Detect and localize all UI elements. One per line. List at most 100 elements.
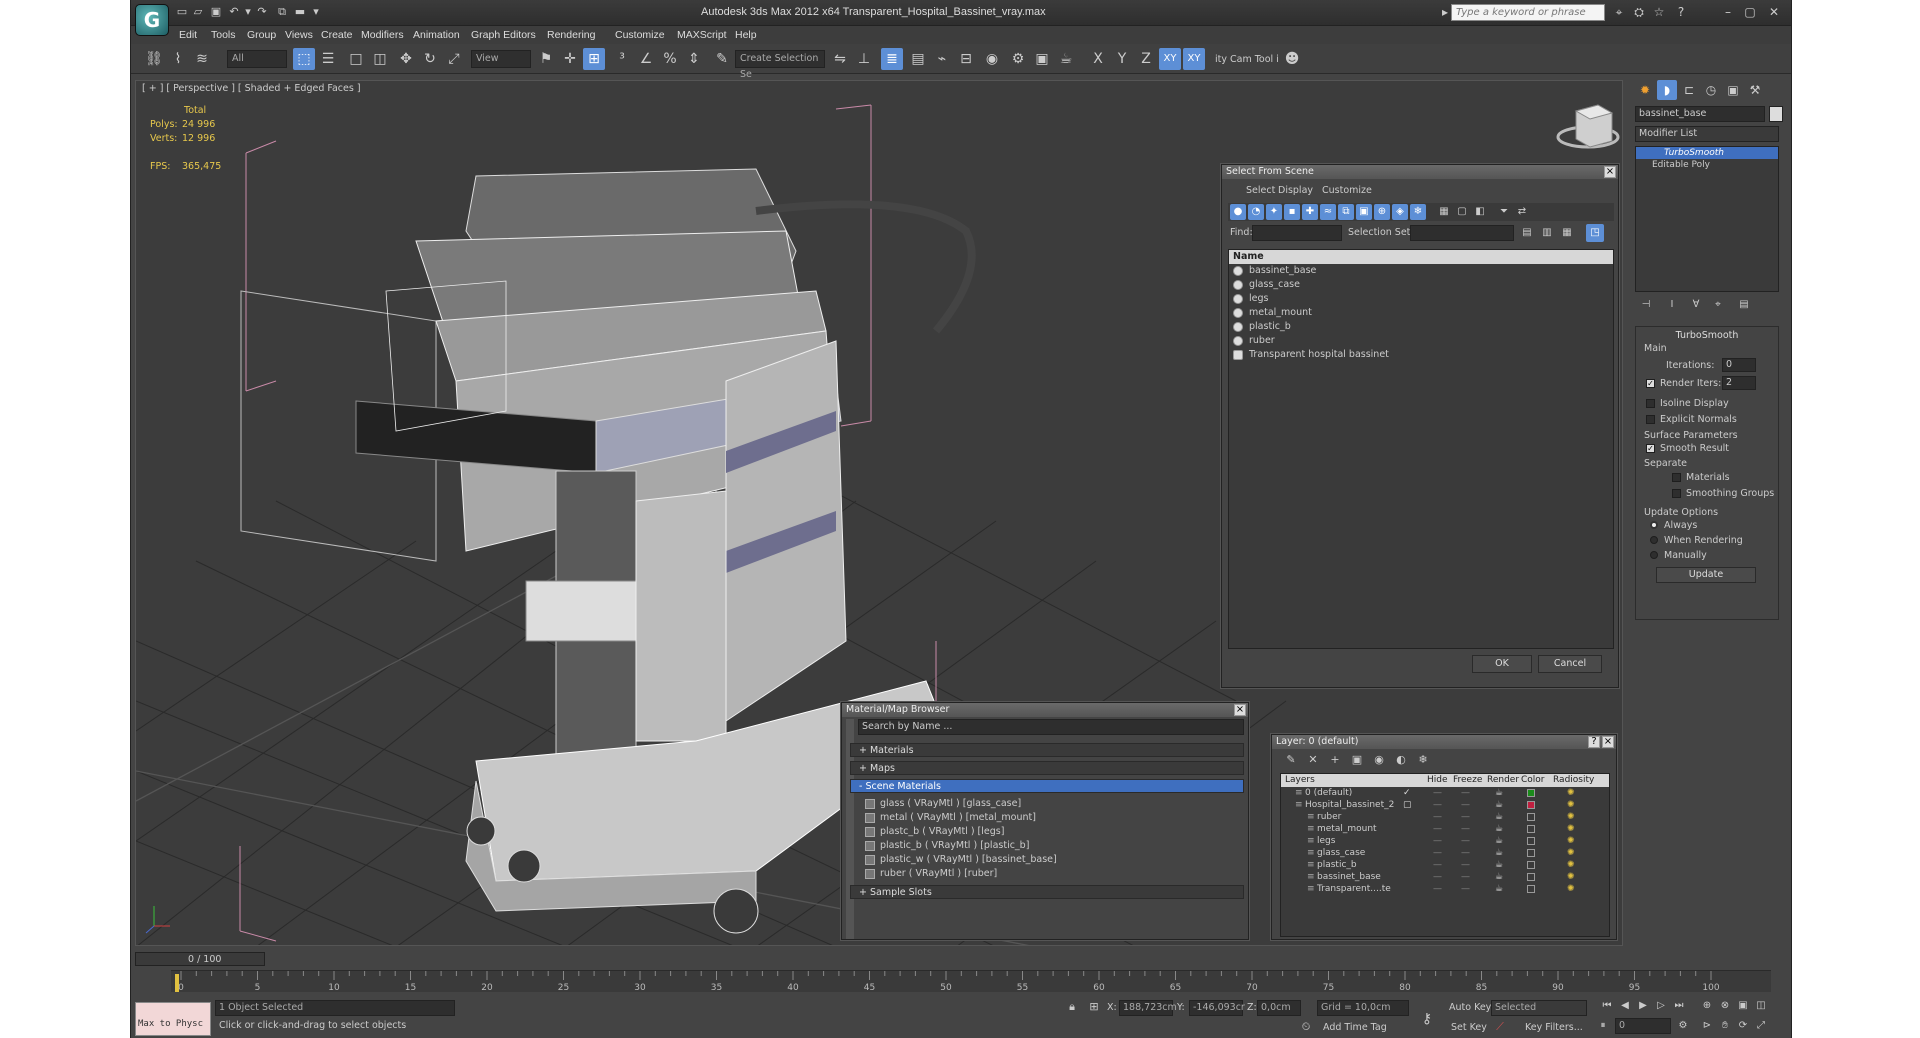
next-frame-icon[interactable]: ▷ (1653, 998, 1669, 1014)
zoom-extents-all-icon[interactable]: ◫ (1753, 998, 1769, 1014)
freeze-toggle[interactable]: — (1461, 859, 1470, 871)
freeze-toggle[interactable]: — (1461, 799, 1470, 811)
cam-tool-label[interactable]: ity Cam Tool i (1215, 54, 1279, 65)
close-button[interactable]: ✕ (1765, 4, 1783, 20)
select-all-icon[interactable]: ▦ (1436, 204, 1452, 220)
filter-groups-icon[interactable]: ⧉ (1338, 204, 1354, 220)
layer-color-swatch[interactable] (1527, 861, 1535, 869)
y-coordinate-field[interactable]: -146,093cr (1189, 1000, 1245, 1016)
hide-toggle[interactable]: — (1433, 835, 1442, 847)
qa-dropdown-icon[interactable]: ▾ (309, 5, 323, 19)
smoothing-groups-checkbox[interactable] (1672, 489, 1681, 498)
select-manipulate-icon[interactable]: ✛ (559, 48, 581, 70)
zoom-extents-icon[interactable]: ▣ (1735, 998, 1751, 1014)
hide-toggle[interactable]: — (1433, 883, 1442, 895)
menu-edit[interactable]: Edit (175, 27, 201, 43)
object-color-swatch[interactable] (1769, 106, 1783, 122)
utilities-tab-icon[interactable]: ⚒ (1745, 80, 1765, 100)
binoculars-icon[interactable]: ⌖ (1611, 5, 1627, 20)
keyboard-shortcut-icon[interactable]: ⊞ (583, 48, 605, 70)
section-sample-slots[interactable]: + Sample Slots (850, 885, 1244, 899)
freeze-toggle[interactable]: — (1461, 847, 1470, 859)
radiosity-icon[interactable]: ✺ (1567, 823, 1575, 835)
percent-snap-icon[interactable]: % (659, 48, 681, 70)
sfs-tool-icon-3[interactable]: ▦ (1558, 224, 1576, 242)
remove-modifier-icon[interactable]: ⌖ (1709, 296, 1727, 314)
layer-row[interactable]: ≡ 0 (default) ✓ — — ☕ ✺ (1281, 787, 1609, 799)
render-iters-spinner[interactable]: 2 (1722, 376, 1756, 390)
undo-icon[interactable]: ↶ (227, 5, 241, 19)
layer-row[interactable]: ≡ Transparent....te — — ☕ ✺ (1281, 883, 1609, 895)
list-item[interactable]: plastc_b ( VRayMtl ) [legs] (862, 825, 1244, 839)
pivot-icon[interactable]: ⚑ (535, 48, 557, 70)
window-crossing-icon[interactable]: ◫ (369, 48, 391, 70)
list-item[interactable]: glass ( VRayMtl ) [glass_case] (862, 797, 1244, 811)
menu-graph-editors[interactable]: Graph Editors (467, 27, 540, 43)
link-icon[interactable]: ⛓ (143, 48, 165, 70)
key-filters-button[interactable]: Key Filters... (1525, 1022, 1583, 1033)
stack-item-editable-poly[interactable]: Editable Poly (1636, 159, 1778, 171)
fov-icon[interactable]: ⊳ (1699, 1018, 1715, 1034)
layer-row[interactable]: ≡ glass_case — — ☕ ✺ (1281, 847, 1609, 859)
list-item[interactable]: ruber ( VRayMtl ) [ruber] (862, 867, 1244, 881)
cam-tool-icon[interactable]: ☻ (1281, 48, 1303, 70)
goto-end-icon[interactable]: ⏭ (1671, 998, 1687, 1014)
section-materials[interactable]: + Materials (850, 743, 1244, 757)
list-item[interactable]: metal ( VRayMtl ) [metal_mount] (862, 811, 1244, 825)
isoline-checkbox[interactable] (1646, 399, 1655, 408)
freeze-toggle[interactable]: — (1461, 871, 1470, 883)
layer-row[interactable]: ≡ legs — — ☕ ✺ (1281, 835, 1609, 847)
render-teapot-icon[interactable]: ☕ (1055, 48, 1077, 70)
render-teapot-icon[interactable]: ☕ (1495, 787, 1503, 799)
timeline-ruler[interactable]: 0 5 10 15 20 25 30 35 40 45 50 55 60 65 70 75 80 85 90 95 10… (171, 970, 1771, 993)
bind-spacewarp-icon[interactable]: ≋ (191, 48, 213, 70)
list-item[interactable]: plastic_b ( VRayMtl ) [plastic_b] (862, 839, 1244, 853)
create-tab-icon[interactable]: ✹ (1635, 80, 1655, 100)
filter-containers-icon[interactable]: ◈ (1392, 204, 1408, 220)
render-teapot-icon[interactable]: ☕ (1495, 847, 1503, 859)
hold-icon[interactable]: ⧉ (275, 5, 289, 19)
maximize-viewport-icon[interactable]: ⤢ (1753, 1018, 1769, 1034)
col-radiosity[interactable]: Radiosity (1553, 775, 1594, 785)
modifier-list-dropdown[interactable]: Modifier List (1635, 126, 1779, 142)
radiosity-icon[interactable]: ✺ (1567, 871, 1575, 883)
app-logo-icon[interactable]: G (135, 4, 169, 36)
menu-views[interactable]: Views (281, 27, 317, 43)
select-object-icon[interactable]: ⬚ (293, 48, 315, 70)
col-render[interactable]: Render (1487, 775, 1519, 785)
layer-row[interactable]: ≡ bassinet_base — — ☕ ✺ (1281, 871, 1609, 883)
hide-toggle[interactable]: — (1433, 871, 1442, 883)
scale-icon[interactable]: ⤢ (443, 48, 465, 70)
sync-selection-icon[interactable]: ⇄ (1514, 204, 1530, 220)
delete-layer-icon[interactable]: ✕ (1304, 751, 1322, 769)
radiosity-icon[interactable]: ✺ (1567, 835, 1575, 847)
rect-selection-icon[interactable]: □ (345, 48, 367, 70)
list-item[interactable]: bassinet_base (1229, 264, 1613, 278)
hide-toggle[interactable]: — (1433, 787, 1442, 799)
iterations-spinner[interactable]: 0 (1722, 358, 1756, 372)
smooth-result-checkbox[interactable]: ✓ (1646, 444, 1655, 453)
rotate-icon[interactable]: ↻ (419, 48, 441, 70)
materials-checkbox[interactable] (1672, 473, 1681, 482)
time-slider[interactable]: 0 / 100 (135, 952, 265, 966)
absolute-mode-icon[interactable]: ⊞ (1085, 998, 1103, 1016)
lock-selection-icon[interactable]: 🔒︎ (1063, 998, 1081, 1016)
goto-start-icon[interactable]: ⏮ (1599, 998, 1615, 1014)
time-config-icon[interactable]: ⚙ (1675, 1018, 1691, 1034)
update-button[interactable]: Update (1656, 567, 1756, 583)
render-teapot-icon[interactable]: ☕ (1495, 811, 1503, 823)
add-time-tag-button[interactable]: Add Time Tag (1323, 1022, 1387, 1033)
menu-help[interactable]: Help (731, 27, 761, 43)
layer-color-swatch[interactable] (1527, 813, 1535, 821)
select-none-icon[interactable]: ▢ (1454, 204, 1470, 220)
select-in-layer-icon[interactable]: ▣ (1348, 751, 1366, 769)
freeze-toggle[interactable]: — (1461, 883, 1470, 895)
layer-color-swatch[interactable] (1527, 789, 1535, 797)
menu-tools[interactable]: Tools (207, 27, 240, 43)
fetch-icon[interactable]: ▬ (293, 5, 307, 19)
radiosity-icon[interactable]: ✺ (1567, 811, 1575, 823)
menu-customize[interactable]: Customize (611, 27, 669, 43)
graphite-icon[interactable]: ▤ (907, 48, 929, 70)
menu-create[interactable]: Create (317, 27, 357, 43)
active-layer-check[interactable]: ✓ (1403, 787, 1411, 799)
